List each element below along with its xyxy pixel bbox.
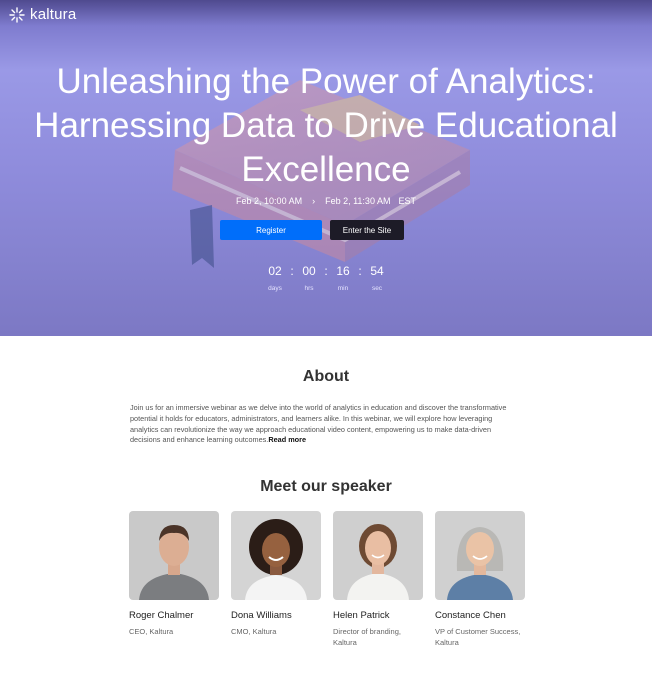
speaker-role: Director of branding, Kaltura bbox=[333, 627, 401, 647]
countdown-hours: 00 hrs bbox=[302, 264, 316, 292]
hero-actions: Register Enter the Site bbox=[220, 220, 404, 240]
event-dates: Feb 2, 10:00 AM › Feb 2, 11:30 AM EST bbox=[0, 196, 652, 206]
speaker-card[interactable]: Helen Patrick Director of branding, Kalt… bbox=[333, 511, 423, 648]
chevron-right-icon: › bbox=[312, 196, 316, 206]
kaltura-burst-icon bbox=[9, 6, 25, 23]
speaker-role: VP of Customer Success, Kaltura bbox=[435, 627, 521, 647]
speaker-role: CMO, Kaltura bbox=[231, 627, 277, 636]
speakers-heading: Meet our speaker bbox=[260, 478, 392, 495]
speaker-card[interactable]: Roger Chalmer CEO, Kaltura bbox=[129, 511, 219, 648]
about-description: Join us for an immersive webinar as we d… bbox=[130, 403, 522, 446]
countdown-separator: : bbox=[358, 264, 362, 278]
speakers-list: Roger Chalmer CEO, Kaltura Dona Williams… bbox=[129, 511, 525, 648]
speaker-role: CEO, Kaltura bbox=[129, 627, 174, 636]
speaker-photo bbox=[129, 511, 219, 600]
timezone: EST bbox=[398, 196, 416, 206]
enter-site-button[interactable]: Enter the Site bbox=[330, 220, 404, 240]
end-date: Feb 2, 11:30 AM bbox=[325, 196, 391, 206]
speaker-card[interactable]: Dona Williams CMO, Kaltura bbox=[231, 511, 321, 648]
hero-banner: kaltura Unleashing the Power of Analytic… bbox=[0, 0, 652, 336]
speaker-name: Constance Chen bbox=[435, 610, 506, 621]
speaker-name: Helen Patrick bbox=[333, 610, 390, 621]
read-more-link[interactable]: Read more bbox=[268, 435, 306, 444]
speaker-name: Dona Williams bbox=[231, 610, 292, 621]
about-body: Join us for an immersive webinar as we d… bbox=[130, 403, 507, 445]
countdown-days: 02 days bbox=[268, 264, 282, 292]
kaltura-logo[interactable]: kaltura bbox=[9, 6, 76, 23]
speaker-photo bbox=[333, 511, 423, 600]
speaker-photo bbox=[435, 511, 525, 600]
speaker-card[interactable]: Constance Chen VP of Customer Success, K… bbox=[435, 511, 525, 648]
speaker-name: Roger Chalmer bbox=[129, 610, 194, 621]
start-date: Feb 2, 10:00 AM bbox=[236, 196, 303, 206]
event-title: Unleashing the Power of Analytics: Harne… bbox=[34, 62, 618, 189]
brand-name: kaltura bbox=[30, 6, 77, 23]
countdown-separator: : bbox=[324, 264, 328, 278]
countdown-separator: : bbox=[290, 264, 294, 278]
countdown-minutes: 16 min bbox=[336, 264, 350, 292]
register-button[interactable]: Register bbox=[220, 220, 322, 240]
about-heading: About bbox=[302, 368, 350, 385]
countdown-seconds: 54 sec bbox=[370, 264, 384, 292]
speaker-photo bbox=[231, 511, 321, 600]
countdown-timer: 02 days : 00 hrs : 16 min : 54 sec bbox=[264, 264, 388, 292]
